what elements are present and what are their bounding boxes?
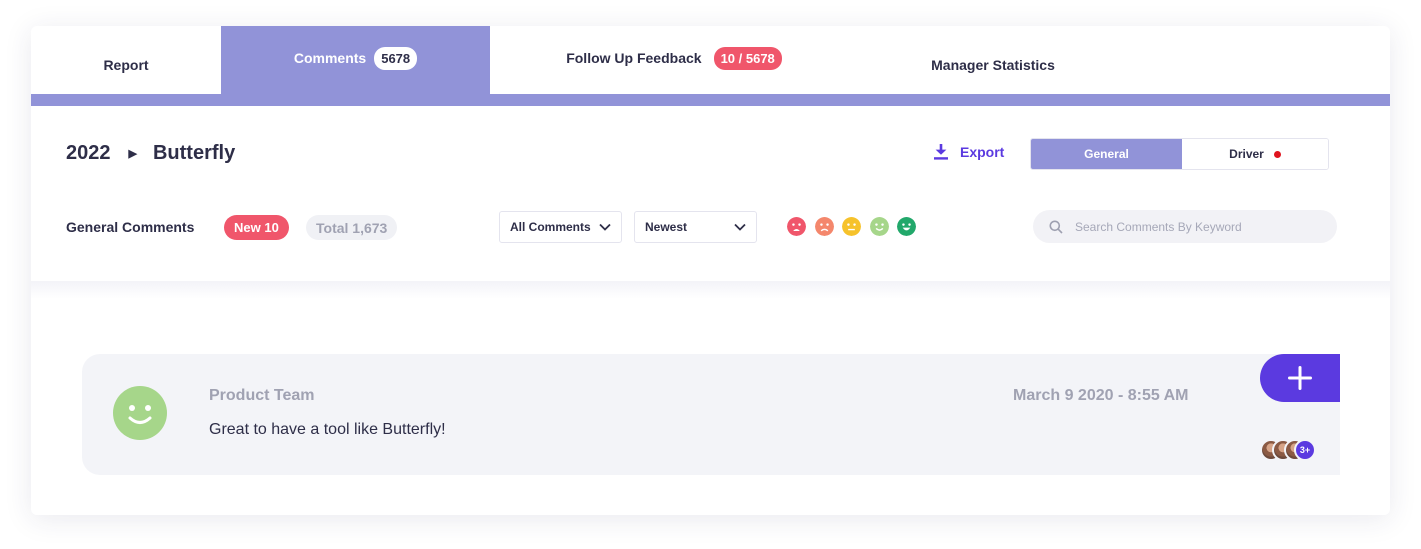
- neutral-face-icon[interactable]: [842, 217, 861, 236]
- new-comments-badge[interactable]: New 10: [224, 215, 289, 240]
- comment-card: Product Team Great to have a tool like B…: [82, 354, 1340, 475]
- more-participants-badge: 3+: [1294, 439, 1316, 461]
- comment-author: Product Team: [209, 387, 315, 404]
- tab-manager-statistics[interactable]: Manager Statistics: [858, 26, 1128, 94]
- section-label: General Comments: [66, 219, 195, 235]
- breadcrumb-current: Butterfly: [152, 142, 236, 164]
- section-divider: [31, 281, 1390, 299]
- chevron-down-icon: [734, 223, 746, 231]
- view-toggle: General Driver: [1030, 138, 1329, 170]
- sad-face-icon[interactable]: [814, 217, 834, 236]
- export-button[interactable]: Export: [933, 143, 1004, 160]
- sort-dropdown[interactable]: Newest: [634, 211, 757, 243]
- comment-filter-value: All Comments: [510, 220, 591, 234]
- tab-report[interactable]: Report: [31, 26, 221, 94]
- plus-icon: [1288, 366, 1312, 390]
- export-label: Export: [960, 143, 1005, 160]
- driver-label: Driver: [1229, 147, 1264, 161]
- tab-follow-up-label: Follow Up Feedback: [566, 50, 702, 66]
- download-icon: [934, 144, 948, 160]
- tab-manager-label: Manager Statistics: [931, 57, 1055, 73]
- tab-follow-up-feedback[interactable]: Follow Up Feedback 10 / 5678: [490, 26, 858, 94]
- very-sad-face-icon[interactable]: [787, 217, 806, 236]
- general-label: General: [1084, 147, 1129, 161]
- tab-comments[interactable]: Comments 5678: [221, 26, 490, 94]
- happy-face-icon: [113, 386, 167, 440]
- chevron-down-icon: [599, 223, 611, 231]
- main-card: Report Comments 5678 Follow Up Feedback …: [31, 26, 1390, 515]
- very-happy-face-icon[interactable]: [897, 217, 916, 236]
- notification-dot-icon: [1273, 150, 1281, 158]
- driver-toggle-button[interactable]: Driver: [1182, 139, 1328, 169]
- comment-text: Great to have a tool like Butterfly!: [209, 421, 446, 438]
- breadcrumb: 2022 ▶ Butterfly: [66, 142, 235, 165]
- breadcrumb-year[interactable]: 2022: [66, 142, 111, 165]
- breadcrumb-arrow-icon: ▶: [128, 148, 137, 160]
- search-box: [1033, 210, 1337, 243]
- comment-filter-dropdown[interactable]: All Comments: [499, 211, 622, 243]
- sentiment-filter: [787, 217, 925, 236]
- tab-bar: Report Comments 5678 Follow Up Feedback …: [31, 26, 1390, 94]
- search-input[interactable]: [1075, 219, 1315, 234]
- sort-value: Newest: [645, 220, 688, 234]
- general-toggle-button[interactable]: General: [1031, 139, 1182, 169]
- tab-accent-bar: [31, 94, 1390, 106]
- add-button[interactable]: [1260, 354, 1340, 402]
- search-icon: [1049, 220, 1063, 234]
- follow-up-count-badge: 10 / 5678: [713, 46, 782, 70]
- total-comments-badge[interactable]: Total 1,673: [306, 215, 398, 240]
- comment-date: March 9 2020 - 8:55 AM: [1013, 387, 1189, 404]
- participants-avatars[interactable]: 3+: [1260, 439, 1320, 463]
- happy-face-icon[interactable]: [869, 217, 889, 236]
- tab-report-label: Report: [103, 57, 149, 73]
- comments-count-badge: 5678: [374, 46, 418, 70]
- tab-comments-label: Comments: [293, 50, 367, 66]
